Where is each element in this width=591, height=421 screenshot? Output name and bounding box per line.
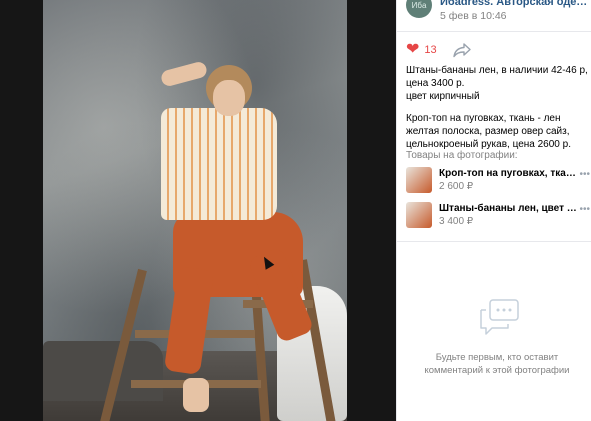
product-thumbnail[interactable] bbox=[406, 167, 432, 193]
post-photo[interactable] bbox=[43, 0, 347, 421]
avatar-text: Ибa bbox=[411, 0, 427, 10]
products-title: Товары на фотографии: bbox=[406, 150, 518, 161]
photo-area bbox=[0, 0, 396, 421]
product-thumbnail[interactable] bbox=[406, 202, 432, 228]
photo-viewer: Ибa Ибadress. Авторская одежда из н... 5… bbox=[0, 0, 591, 421]
post-date[interactable]: 5 фев в 10:46 bbox=[440, 10, 507, 22]
model-foot bbox=[183, 378, 209, 412]
product-price: 2 600 ₽ bbox=[439, 181, 474, 192]
divider bbox=[397, 241, 591, 242]
empty-comments-text: Будьте первым, кто оставит комментарий к… bbox=[424, 352, 570, 376]
product-name[interactable]: Кроп-топ на пуговках, ткань ... bbox=[439, 168, 579, 179]
description-paragraph: Кроп-топ на пуговках, ткань - лен желтая… bbox=[406, 113, 571, 150]
model-shirt bbox=[161, 108, 277, 220]
model-face bbox=[213, 80, 245, 116]
avatar[interactable]: Ибa bbox=[406, 0, 432, 18]
product-item[interactable]: Кроп-топ на пуговках, ткань ... 2 600 ₽ … bbox=[406, 167, 590, 193]
ellipsis-icon[interactable]: ••• bbox=[579, 204, 590, 215]
comments-icon bbox=[480, 299, 519, 335]
description-line: Штаны-бананы лен, в наличии 42-46 р, bbox=[406, 65, 588, 76]
group-name-link[interactable]: Ибadress. Авторская одежда из н... bbox=[440, 0, 590, 8]
ellipsis-icon[interactable]: ••• bbox=[579, 169, 590, 180]
divider bbox=[397, 31, 591, 32]
share-icon[interactable] bbox=[452, 42, 471, 58]
post-actions: ❤ 13 bbox=[406, 41, 471, 59]
post-header: Ибa Ибadress. Авторская одежда из н... 5… bbox=[397, 0, 591, 28]
product-name[interactable]: Штаны-бананы лен, цвет кир... bbox=[439, 203, 579, 214]
like-count[interactable]: 13 bbox=[424, 44, 436, 56]
product-item[interactable]: Штаны-бананы лен, цвет кир... 3 400 ₽ ••… bbox=[406, 202, 590, 228]
product-price: 3 400 ₽ bbox=[439, 216, 474, 227]
post-description: Штаны-бананы лен, в наличии 42-46 р, цен… bbox=[406, 64, 588, 160]
heart-icon[interactable]: ❤ bbox=[406, 42, 419, 58]
photo-sidebar: Ибa Ибadress. Авторская одежда из н... 5… bbox=[396, 0, 591, 421]
description-line: цвет кирпичный bbox=[406, 91, 480, 102]
sofa bbox=[43, 341, 163, 401]
description-line: цена 3400 р. bbox=[406, 78, 465, 89]
